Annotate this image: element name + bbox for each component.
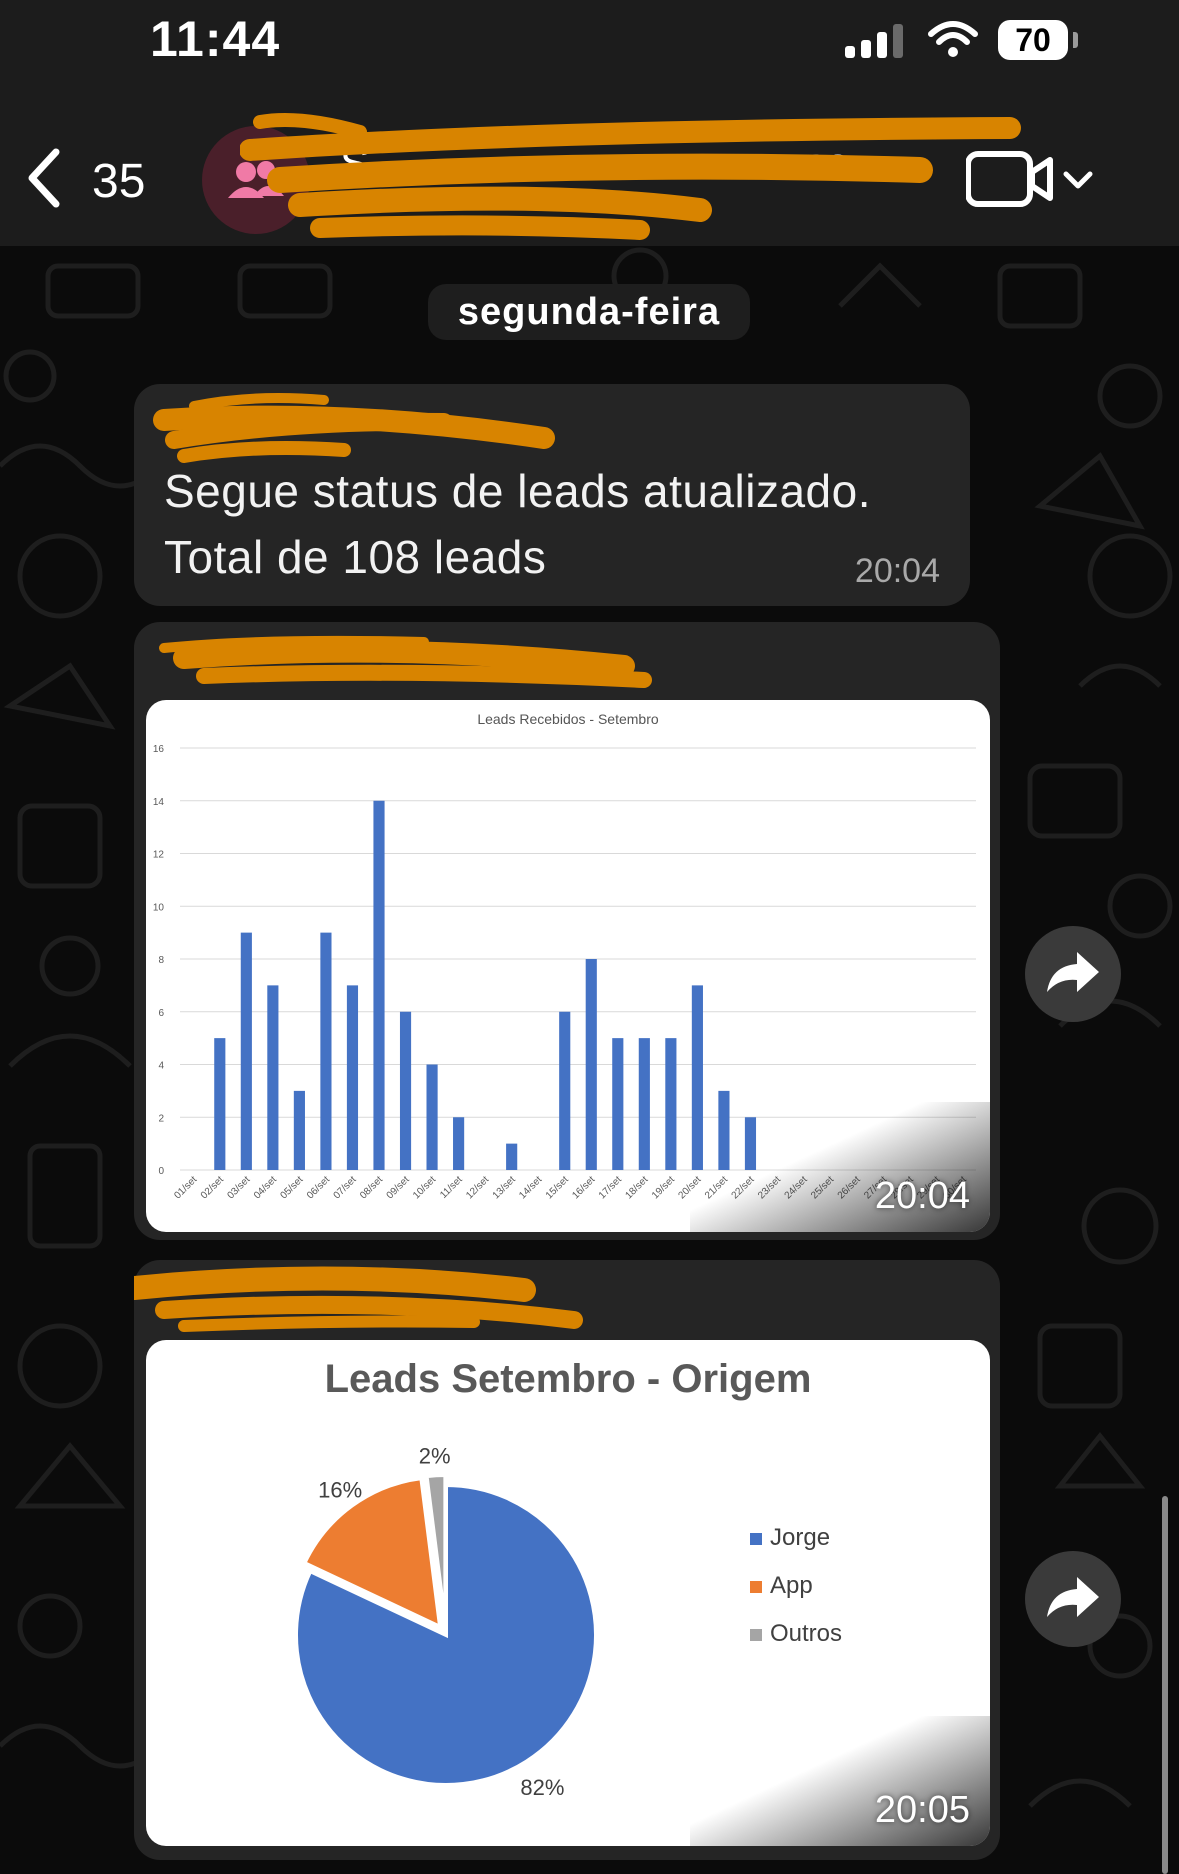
pie-data-label: 82% [520, 1775, 564, 1800]
bar [559, 1011, 571, 1170]
bar [399, 1011, 412, 1170]
image-message-bubble[interactable]: Leads Recebidos - Setembro 0 2 4 6 8 10 12 14 16… [134, 622, 1000, 1240]
forward-arrow-icon [1047, 1577, 1099, 1617]
y-tick-label: 12 [153, 850, 165, 861]
message-text: Segue status de leads atualizado. Total … [164, 458, 871, 590]
pie-chart-image[interactable]: Leads Setembro - Origem 82% 16% 2% Jorge Ap… [146, 1340, 990, 1846]
bar [267, 985, 279, 1170]
x-tick-label: 06/set [305, 1174, 332, 1201]
message-bubble[interactable]: Segue status de leads atualizado. Total … [134, 384, 970, 606]
y-tick-label: 2 [158, 1113, 164, 1124]
bar [453, 1117, 465, 1170]
x-tick-label: 17/set [597, 1174, 624, 1201]
bar [373, 800, 385, 1170]
unread-count: 35 [92, 155, 146, 208]
bar [426, 1064, 438, 1170]
forward-button[interactable] [1025, 1551, 1121, 1647]
x-tick-label: 12/set [464, 1174, 491, 1201]
x-tick-label: 14/set [517, 1174, 544, 1201]
chat-header: 35 S m mo... [0, 90, 1179, 246]
x-tick-label: 15/set [544, 1174, 571, 1201]
bar [293, 1090, 305, 1170]
x-tick-label: 13/set [491, 1174, 518, 1201]
chart-title: Leads Recebidos - Setembro [477, 711, 659, 727]
y-tick-label: 6 [158, 1008, 164, 1019]
bar [612, 1038, 624, 1170]
x-tick-label: 10/set [411, 1174, 438, 1201]
message-line: Total de 108 leads [164, 531, 547, 583]
x-tick-label: 11/set [438, 1174, 465, 1201]
y-tick-label: 8 [158, 955, 164, 966]
legend-swatch [750, 1629, 762, 1641]
bar [214, 1038, 226, 1170]
legend-swatch [750, 1581, 762, 1593]
x-tick-label: 01/set [172, 1174, 199, 1201]
forward-button[interactable] [1025, 926, 1121, 1022]
x-tick-label: 05/set [278, 1174, 305, 1201]
bar [638, 1038, 650, 1170]
y-tick-label: 10 [153, 902, 165, 913]
x-tick-label: 02/set [199, 1174, 226, 1201]
legend-label: App [770, 1572, 813, 1599]
redacted-sender-name [134, 1266, 583, 1332]
message-line: Segue status de leads atualizado. [164, 465, 871, 517]
x-tick-label: 07/set [332, 1174, 359, 1201]
bar-chart-image[interactable]: Leads Recebidos - Setembro 0 2 4 6 8 10 12 14 16… [146, 700, 990, 1232]
battery-icon [1073, 32, 1078, 48]
bar [506, 1143, 518, 1170]
x-tick-label: 03/set [225, 1174, 252, 1201]
y-tick-label: 0 [158, 1166, 164, 1177]
legend-swatch [750, 1533, 762, 1545]
chevron-down-icon [1063, 171, 1093, 189]
redacted-sender-name [159, 635, 652, 688]
bar [585, 959, 597, 1170]
legend-label: Outros [770, 1620, 842, 1647]
x-tick-label: 19/set [650, 1174, 677, 1201]
video-call-button[interactable] [965, 150, 1096, 210]
chevron-left-icon [28, 148, 60, 208]
bar [240, 932, 252, 1170]
message-timestamp: 20:05 [874, 1789, 970, 1831]
pie-data-label: 2% [419, 1443, 451, 1468]
date-divider: segunda-feira [428, 284, 750, 340]
pie-data-label: 16% [318, 1477, 362, 1502]
x-tick-label: 04/set [252, 1174, 279, 1201]
x-tick-label: 18/set [623, 1174, 650, 1201]
x-tick-label: 16/set [570, 1174, 597, 1201]
forward-arrow-icon [1047, 952, 1099, 992]
y-tick-label: 16 [153, 744, 165, 755]
bar [665, 1038, 677, 1170]
y-tick-label: 4 [158, 1061, 164, 1072]
message-timestamp: 20:04 [874, 1175, 970, 1217]
message-timestamp: 20:04 [854, 552, 940, 590]
y-tick-label: 14 [153, 797, 165, 808]
wifi-icon [928, 21, 978, 57]
battery-level: 70 [998, 20, 1068, 60]
legend-label: Jorge [770, 1524, 830, 1551]
cellular-signal-icon [845, 24, 903, 58]
status-bar: 11:44 70 [0, 0, 1179, 90]
bar [320, 932, 332, 1170]
x-tick-label: 09/set [385, 1174, 412, 1201]
image-message-bubble[interactable]: Leads Setembro - Origem 82% 16% 2% Jorge Ap… [134, 1260, 1000, 1860]
bar [346, 985, 359, 1170]
status-time: 11:44 [150, 11, 281, 67]
chart-title: Leads Setembro - Origem [325, 1357, 812, 1401]
scrollbar[interactable] [1162, 1496, 1168, 1874]
redacted-group-name: S m mo... [240, 112, 1021, 240]
x-tick-label: 08/set [358, 1174, 385, 1201]
